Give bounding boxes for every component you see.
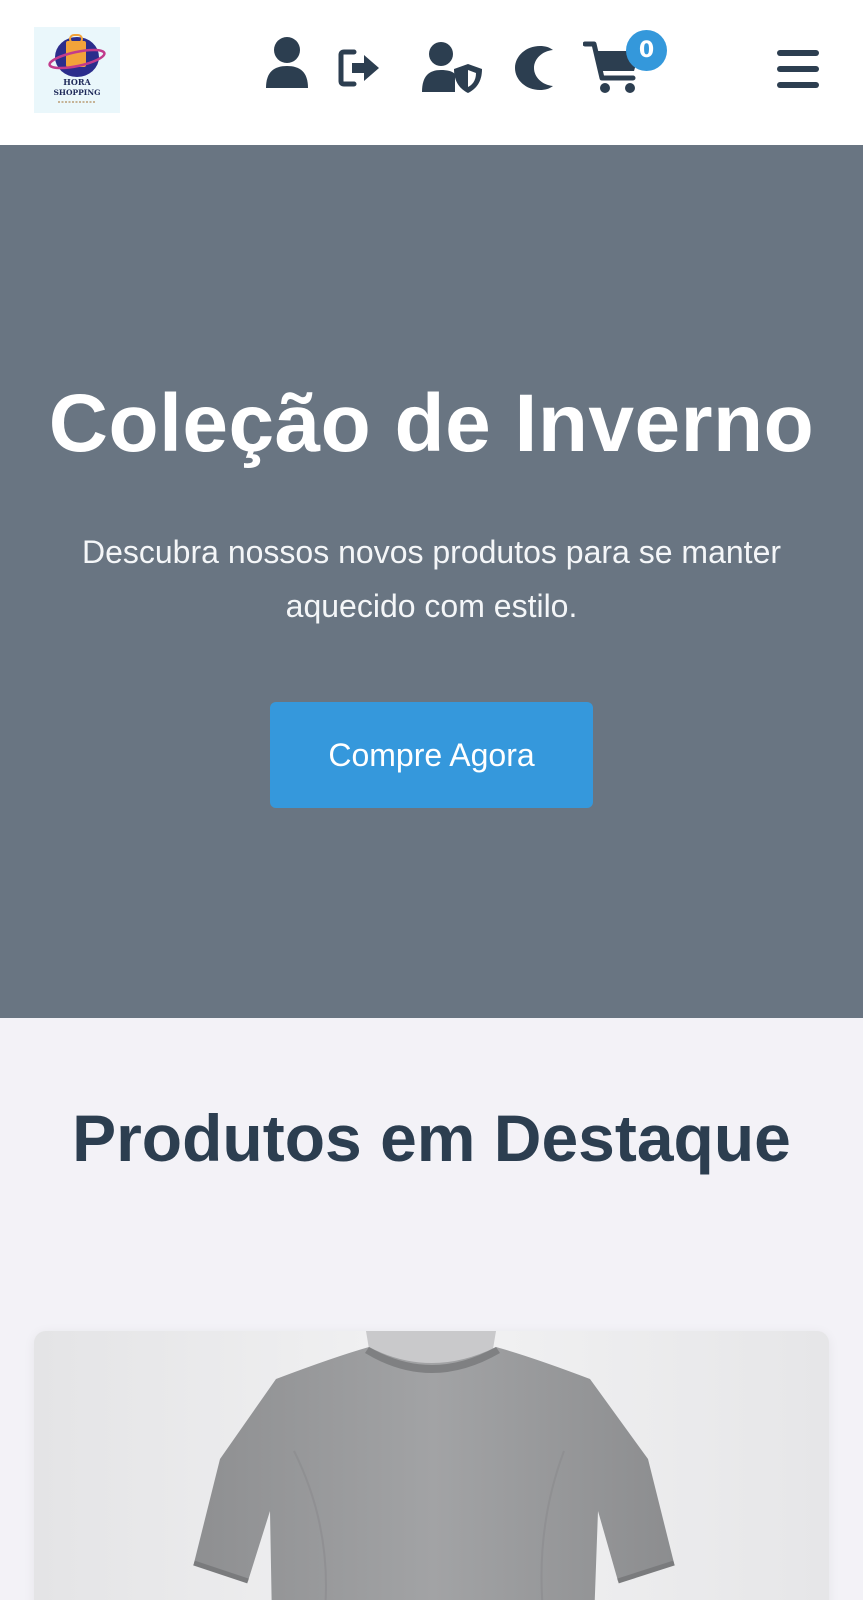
hero-subtitle: Descubra nossos novos produtos para se m…: [81, 534, 782, 624]
admin-shield-user-icon[interactable]: [420, 40, 484, 94]
featured-products-title: Produtos em Destaque: [72, 1101, 791, 1175]
menu-icon[interactable]: [777, 50, 819, 88]
shop-now-button[interactable]: Compre Agora: [270, 702, 593, 808]
cart-count-badge[interactable]: 0: [626, 30, 667, 71]
site-logo[interactable]: HORA SHOPPING: [34, 27, 120, 113]
hero-title: Coleção de Inverno: [48, 378, 815, 469]
shopping-globe-logo-icon: HORA SHOPPING: [48, 34, 106, 103]
site-header: HORA SHOPPING 0: [0, 0, 863, 145]
hero-banner: Coleção de Inverno Descubra nossos novos…: [0, 145, 863, 1018]
gray-tshirt-image: [34, 1331, 829, 1600]
svg-text:SHOPPING: SHOPPING: [53, 88, 100, 97]
logout-icon[interactable]: [338, 48, 382, 88]
svg-text:HORA: HORA: [63, 77, 91, 87]
moon-icon[interactable]: [512, 44, 556, 92]
user-icon[interactable]: [264, 36, 310, 90]
product-card[interactable]: [34, 1331, 829, 1600]
